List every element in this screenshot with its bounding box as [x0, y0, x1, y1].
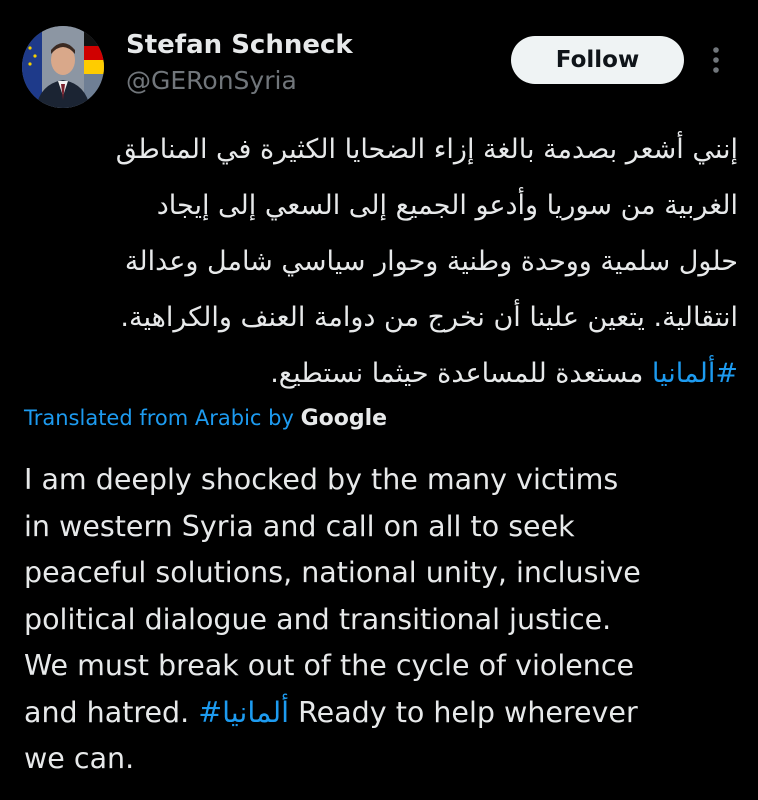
arabic-line: انتقالية. يتعين علينا أن نخرج من دوامة ا…: [120, 302, 738, 333]
arabic-line: الغربية من سوريا وأدعو الجميع إلى السعي …: [156, 190, 738, 221]
english-line-post: Ready to help wherever: [289, 695, 638, 729]
profile-photo-icon: [22, 26, 104, 108]
arabic-line-rest: مستعدة للمساعدة حيثما نستطيع.: [270, 358, 652, 389]
english-line: I am deeply shocked by the many victims: [24, 463, 619, 496]
english-line: We must break out of the cycle of violen…: [24, 649, 635, 682]
english-line: we can.: [24, 742, 135, 775]
author-name[interactable]: Stefan Schneck: [126, 28, 353, 62]
arabic-line: #ألمانيا مستعدة للمساعدة حيثما نستطيع.: [24, 346, 738, 402]
author-handle[interactable]: @GERonSyria: [126, 64, 297, 98]
post-text-arabic: إنني أشعر بصدمة بالغة إزاء الضحايا الكثي…: [24, 122, 738, 402]
avatar[interactable]: [22, 26, 104, 108]
english-line: and hatred. #ألمانيا Ready to help where…: [24, 690, 744, 737]
google-logo: Google: [300, 406, 388, 431]
english-line: in western Syria and call on all to seek: [24, 509, 575, 543]
english-line: political dialogue and transitional just…: [24, 602, 612, 636]
english-line-pre: and hatred.: [24, 695, 199, 729]
hashtag-link[interactable]: #ألمانيا: [198, 696, 289, 729]
translation-label: Translated from Arabic by: [24, 406, 301, 430]
arabic-line: إنني أشعر بصدمة بالغة إزاء الضحايا الكثي…: [115, 134, 738, 165]
follow-button[interactable]: Follow: [511, 36, 684, 84]
more-vertical-icon[interactable]: [706, 44, 726, 76]
hashtag-link[interactable]: #ألمانيا: [652, 358, 738, 389]
translation-attribution[interactable]: Translated from Arabic by Google: [24, 401, 387, 436]
english-line: peaceful solutions, national unity, incl…: [24, 556, 641, 589]
arabic-line: حلول سلمية ووحدة وطنية وحوار سياسي شامل …: [124, 246, 738, 277]
post-text-translated: I am deeply shocked by the many victims …: [24, 457, 744, 783]
